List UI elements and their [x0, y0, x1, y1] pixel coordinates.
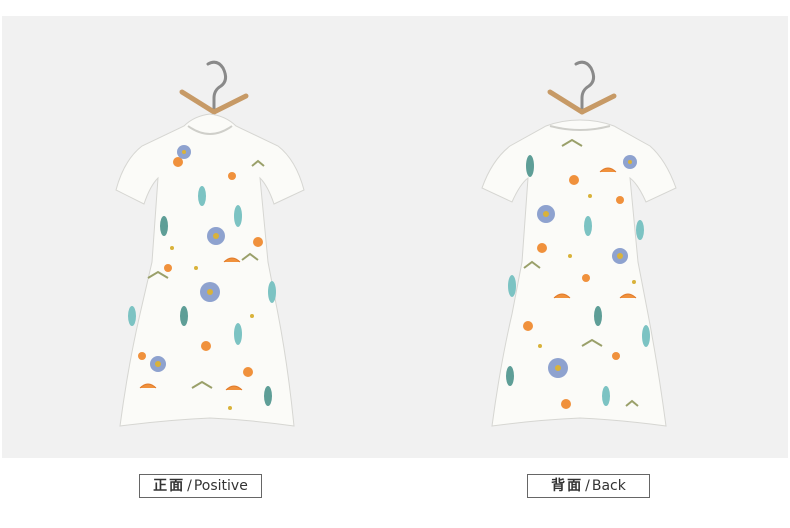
hanger-icon [179, 60, 249, 115]
hanger-icon [547, 60, 617, 115]
front-label-separator: / [187, 478, 192, 494]
back-label-separator: / [585, 478, 590, 494]
back-label-en: Back [591, 478, 626, 494]
dress-front-illustration [115, 60, 305, 427]
product-display-panel [2, 16, 788, 458]
front-view-label: 正面 / Positive [139, 474, 262, 498]
back-label-cn: 背面 [551, 478, 584, 494]
dress-back-illustration [481, 60, 677, 427]
dress-body [115, 113, 305, 427]
back-view-label: 背面 / Back [527, 474, 650, 498]
front-label-cn: 正面 [153, 478, 186, 494]
dress-body [481, 119, 677, 427]
front-label-en: Positive [193, 478, 248, 494]
